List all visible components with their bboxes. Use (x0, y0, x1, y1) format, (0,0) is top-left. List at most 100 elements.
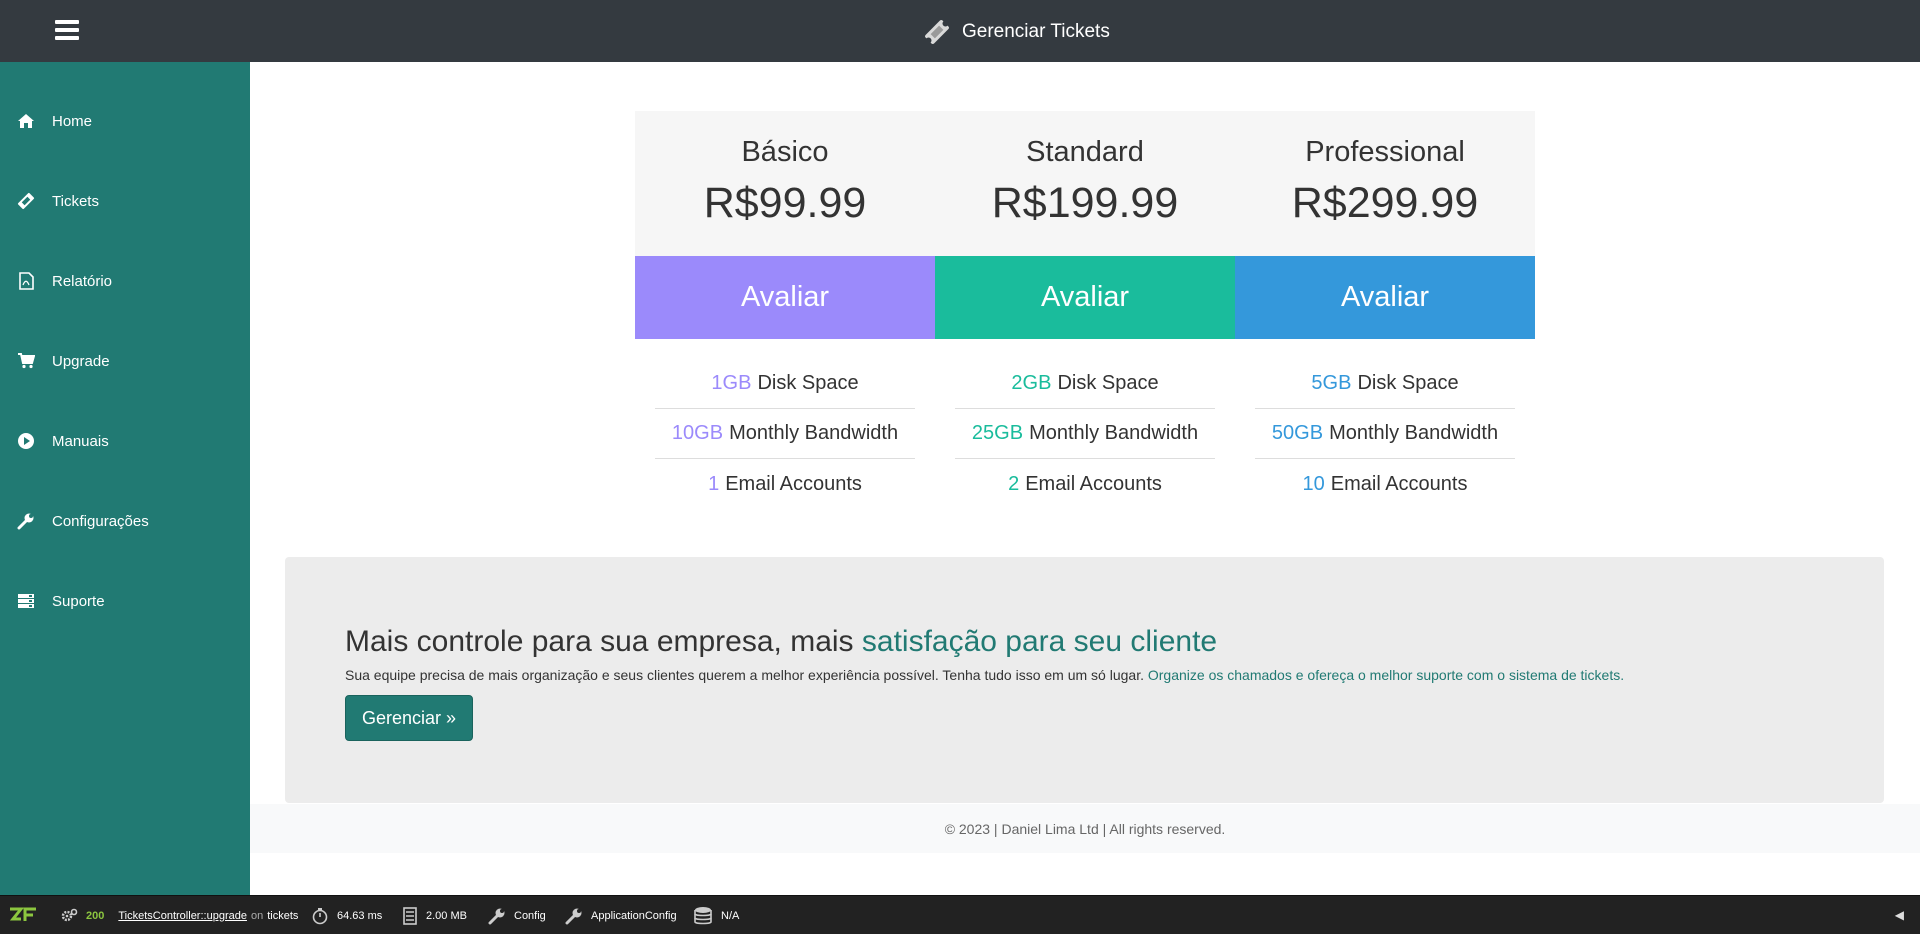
feature-label: Email Accounts (1025, 472, 1162, 495)
feature-label: Monthly Bandwidth (1029, 422, 1199, 444)
top-navbar: Gerenciar Tickets (0, 0, 1920, 62)
plan-card-standard: Standard R$199.99 Avaliar 2GB Disk Space … (935, 111, 1235, 509)
sidebar-item-manuais[interactable]: Manuais (0, 421, 250, 461)
route-controller: TicketsController::upgrade (118, 909, 247, 922)
sidebar: Home Tickets Relatório Upgrade Manuais C… (0, 62, 250, 895)
plan-header: Básico R$99.99 (635, 111, 935, 256)
ticket-icon (16, 191, 36, 211)
promo-title: Mais controle para sua empresa, mais sat… (345, 625, 1217, 659)
sidebar-item-label: Tickets (52, 192, 99, 210)
plan-price: R$99.99 (703, 179, 867, 227)
sidebar-item-tickets[interactable]: Tickets (0, 181, 250, 221)
sidebar-item-home[interactable]: Home (0, 101, 250, 141)
sidebar-item-upgrade[interactable]: Upgrade (0, 341, 250, 381)
hamburger-menu-icon[interactable] (55, 20, 79, 40)
wrench-icon (488, 908, 505, 924)
feature-label: Monthly Bandwidth (729, 422, 899, 444)
config-label: Config (514, 909, 546, 922)
feature-label: Disk Space (1357, 372, 1459, 394)
feature-label: Monthly Bandwidth (1329, 422, 1499, 444)
feature-item: 2 Email Accounts (955, 459, 1215, 509)
feature-item: 10GB Monthly Bandwidth (655, 409, 915, 459)
ticket-icon (925, 20, 949, 44)
footer: © 2023 | Daniel Lima Ltd | All rights re… (250, 804, 1920, 853)
status-code: 200 (86, 909, 105, 922)
feature-value: 1 (708, 472, 720, 495)
promo-text-plain: Sua equipe precisa de mais organização e… (345, 667, 1148, 683)
toolbar-request[interactable]: 200 TicketsController::upgrade on ticket… (60, 896, 298, 934)
toolbar-toggle-icon[interactable]: ◀ (1895, 908, 1904, 922)
feature-item: 25GB Monthly Bandwidth (955, 409, 1215, 459)
plan-price: R$299.99 (1291, 179, 1479, 227)
request-time: 64.63 ms (337, 909, 383, 922)
sidebar-item-relatorio[interactable]: Relatório (0, 261, 250, 301)
promo-text-accent: Organize os chamados e ofereça o melhor … (1147, 667, 1625, 683)
plan-name: Básico (741, 136, 829, 168)
avaliar-button[interactable]: Avaliar (635, 256, 935, 339)
promo-title-accent: satisfação para seu cliente (861, 625, 1218, 658)
feature-label: Disk Space (757, 372, 859, 394)
feature-item: 5GB Disk Space (1255, 359, 1515, 409)
toolbar-time[interactable]: 64.63 ms (311, 896, 382, 934)
plan-features: 5GB Disk Space 50GB Monthly Bandwidth 10 Em… (1255, 359, 1515, 509)
plan-price: R$199.99 (991, 179, 1179, 227)
gears-icon (61, 908, 78, 921)
toolbar-app-config[interactable]: ApplicationConfig (565, 896, 677, 934)
toolbar-db[interactable]: N/A (693, 896, 739, 934)
sidebar-item-label: Upgrade (52, 352, 110, 370)
feature-item: 1 Email Accounts (655, 459, 915, 509)
wrench-icon (16, 511, 36, 531)
avaliar-button[interactable]: Avaliar (935, 256, 1235, 339)
feature-label: Disk Space (1057, 372, 1159, 394)
avaliar-button[interactable]: Avaliar (1235, 256, 1535, 339)
feature-label: Email Accounts (1330, 472, 1468, 495)
sidebar-item-label: Home (52, 112, 93, 130)
plan-header: Professional R$299.99 (1235, 111, 1535, 256)
feature-value: 5GB (1311, 372, 1352, 394)
feature-value: 25GB (971, 422, 1024, 444)
toolbar-memory[interactable]: 2.00 MB (402, 896, 467, 934)
brand-title: Gerenciar Tickets (962, 21, 1110, 42)
stopwatch-icon (312, 907, 328, 924)
cart-icon (16, 351, 36, 371)
plan-name: Professional (1305, 136, 1465, 168)
gerenciar-button[interactable]: Gerenciar » (345, 695, 473, 741)
feature-value: 50GB (1271, 422, 1324, 444)
feature-label: Email Accounts (725, 472, 862, 495)
plan-header: Standard R$199.99 (935, 111, 1235, 256)
feature-value: 10 (1302, 472, 1325, 495)
feature-item: 1GB Disk Space (655, 359, 915, 409)
database-icon (694, 906, 712, 924)
memory-icon (403, 906, 417, 925)
toolbar-config[interactable]: Config (488, 896, 546, 934)
sidebar-item-label: Relatório (52, 272, 113, 290)
plan-name: Standard (1026, 136, 1144, 168)
plan-features: 1GB Disk Space 10GB Monthly Bandwidth 1 Ema… (655, 359, 915, 509)
feature-value: 1GB (711, 372, 752, 394)
brand[interactable]: Gerenciar Tickets (922, 19, 1110, 45)
promo-jumbotron: Mais controle para sua empresa, mais sat… (285, 557, 1884, 803)
plan-card-professional: Professional R$299.99 Avaliar 5GB Disk Sp… (1235, 111, 1535, 509)
home-icon (16, 111, 36, 131)
wrench-icon (565, 908, 582, 924)
feature-value: 10GB (671, 422, 724, 444)
route-name: tickets (267, 909, 299, 922)
copyright-text: © 2023 | Daniel Lima Ltd | All rights re… (944, 820, 1226, 837)
feature-item: 50GB Monthly Bandwidth (1255, 409, 1515, 459)
zf-logo-icon[interactable] (8, 905, 40, 925)
promo-title-plain: Mais controle para sua empresa, mais (345, 625, 862, 658)
sidebar-item-suporte[interactable]: Suporte (0, 581, 250, 621)
feature-value: 2 (1008, 472, 1020, 495)
sidebar-item-configuracoes[interactable]: Configurações (0, 501, 250, 541)
feature-item: 10 Email Accounts (1255, 459, 1515, 509)
sidebar-item-label: Manuais (52, 432, 109, 450)
play-circle-icon (16, 431, 36, 451)
pdf-file-icon (16, 271, 36, 291)
plan-card-basico: Básico R$99.99 Avaliar 1GB Disk Space 10G… (635, 111, 935, 509)
app-config-label: ApplicationConfig (591, 909, 677, 922)
sidebar-item-label: Suporte (52, 592, 105, 610)
feature-value: 2GB (1011, 372, 1052, 394)
plan-features: 2GB Disk Space 25GB Monthly Bandwidth 2 Ema… (955, 359, 1215, 509)
memory-usage: 2.00 MB (426, 909, 467, 922)
debug-toolbar: 200 TicketsController::upgrade on ticket… (0, 895, 1920, 934)
